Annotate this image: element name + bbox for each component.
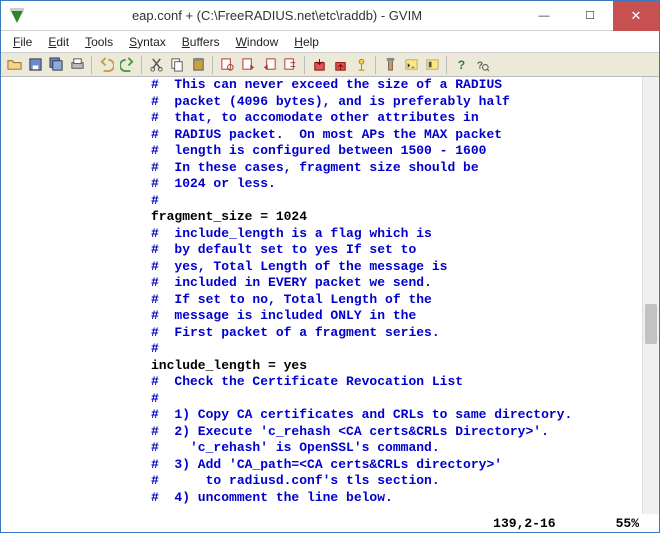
save-session-icon[interactable]	[331, 56, 349, 74]
ctags-icon[interactable]	[423, 56, 441, 74]
cut-icon[interactable]	[147, 56, 165, 74]
print-icon[interactable]	[68, 56, 86, 74]
code-line: # 1024 or less.	[11, 176, 659, 193]
code-line: # yes, Total Length of the message is	[11, 259, 659, 276]
code-line: # packet (4096 bytes), and is preferably…	[11, 94, 659, 111]
code-line: #	[11, 341, 659, 358]
code-line: # This can never exceed the size of a RA…	[11, 77, 659, 94]
undo-icon[interactable]	[97, 56, 115, 74]
vertical-scrollbar[interactable]	[642, 77, 659, 514]
find-icon[interactable]	[218, 56, 236, 74]
load-session-icon[interactable]	[310, 56, 328, 74]
toolbar-separator	[141, 56, 142, 74]
code-line: # that, to accomodate other attributes i…	[11, 110, 659, 127]
paste-icon[interactable]	[189, 56, 207, 74]
code-line: # 'c_rehash' is OpenSSL's command.	[11, 440, 659, 457]
titlebar: eap.conf + (C:\FreeRADIUS.net\etc\raddb)…	[1, 1, 659, 31]
code-line: # by default set to yes If set to	[11, 242, 659, 259]
open-icon[interactable]	[5, 56, 23, 74]
editor-area: # This can never exceed the size of a RA…	[1, 77, 659, 532]
replace-icon[interactable]	[281, 56, 299, 74]
find-help-icon[interactable]: ?	[473, 56, 491, 74]
text-editor[interactable]: # This can never exceed the size of a RA…	[1, 77, 659, 514]
gvim-app-icon	[7, 6, 27, 26]
close-button[interactable]: ✕	[613, 1, 659, 31]
svg-text:?: ?	[457, 58, 464, 72]
find-prev-icon[interactable]	[260, 56, 278, 74]
save-all-icon[interactable]	[47, 56, 65, 74]
make-icon[interactable]	[381, 56, 399, 74]
menu-edit[interactable]: Edit	[42, 34, 75, 50]
code-line: include_length = yes	[11, 358, 659, 375]
toolbar-separator	[212, 56, 213, 74]
toolbar-separator	[304, 56, 305, 74]
find-next-icon[interactable]	[239, 56, 257, 74]
code-line: # 3) Add 'CA_path=<CA certs&CRLs directo…	[11, 457, 659, 474]
menubar: File Edit Tools Syntax Buffers Window He…	[1, 31, 659, 53]
code-line: # RADIUS packet. On most APs the MAX pac…	[11, 127, 659, 144]
code-line: # 2) Execute 'c_rehash <CA certs&CRLs Di…	[11, 424, 659, 441]
maximize-button[interactable]: ☐	[567, 1, 613, 31]
status-line: 139,2-16 55%	[1, 514, 659, 532]
code-line: # Check the Certificate Revocation List	[11, 374, 659, 391]
scrollbar-thumb[interactable]	[645, 304, 657, 344]
code-line: # In these cases, fragment size should b…	[11, 160, 659, 177]
code-line: # 4) uncomment the line below.	[11, 490, 659, 507]
window-title: eap.conf + (C:\FreeRADIUS.net\etc\raddb)…	[33, 8, 521, 23]
code-line: # 1) Copy CA certificates and CRLs to sa…	[11, 407, 659, 424]
code-line: # included in EVERY packet we send.	[11, 275, 659, 292]
menu-file[interactable]: File	[7, 34, 38, 50]
svg-text:?: ?	[476, 60, 482, 71]
code-line: # First packet of a fragment series.	[11, 325, 659, 342]
code-line: #	[11, 193, 659, 210]
menu-window[interactable]: Window	[230, 34, 285, 50]
save-icon[interactable]	[26, 56, 44, 74]
copy-icon[interactable]	[168, 56, 186, 74]
code-line: # include_length is a flag which is	[11, 226, 659, 243]
toolbar-separator	[446, 56, 447, 74]
toolbar: ? ?	[1, 53, 659, 77]
menu-help[interactable]: Help	[288, 34, 325, 50]
code-line: fragment_size = 1024	[11, 209, 659, 226]
code-line: # If set to no, Total Length of the	[11, 292, 659, 309]
menu-buffers[interactable]: Buffers	[176, 34, 226, 50]
toolbar-separator	[375, 56, 376, 74]
toolbar-separator	[91, 56, 92, 74]
run-script-icon[interactable]	[352, 56, 370, 74]
menu-tools[interactable]: Tools	[79, 34, 119, 50]
menu-syntax[interactable]: Syntax	[123, 34, 172, 50]
shell-icon[interactable]	[402, 56, 420, 74]
scroll-percent: 55%	[616, 516, 639, 531]
redo-icon[interactable]	[118, 56, 136, 74]
window-buttons: — ☐ ✕	[521, 1, 659, 31]
code-line: # to radiusd.conf's tls section.	[11, 473, 659, 490]
code-line: # message is included ONLY in the	[11, 308, 659, 325]
code-line: #	[11, 391, 659, 408]
cursor-position: 139,2-16	[493, 516, 555, 531]
help-icon[interactable]: ?	[452, 56, 470, 74]
code-line: # length is configured between 1500 - 16…	[11, 143, 659, 160]
minimize-button[interactable]: —	[521, 1, 567, 31]
